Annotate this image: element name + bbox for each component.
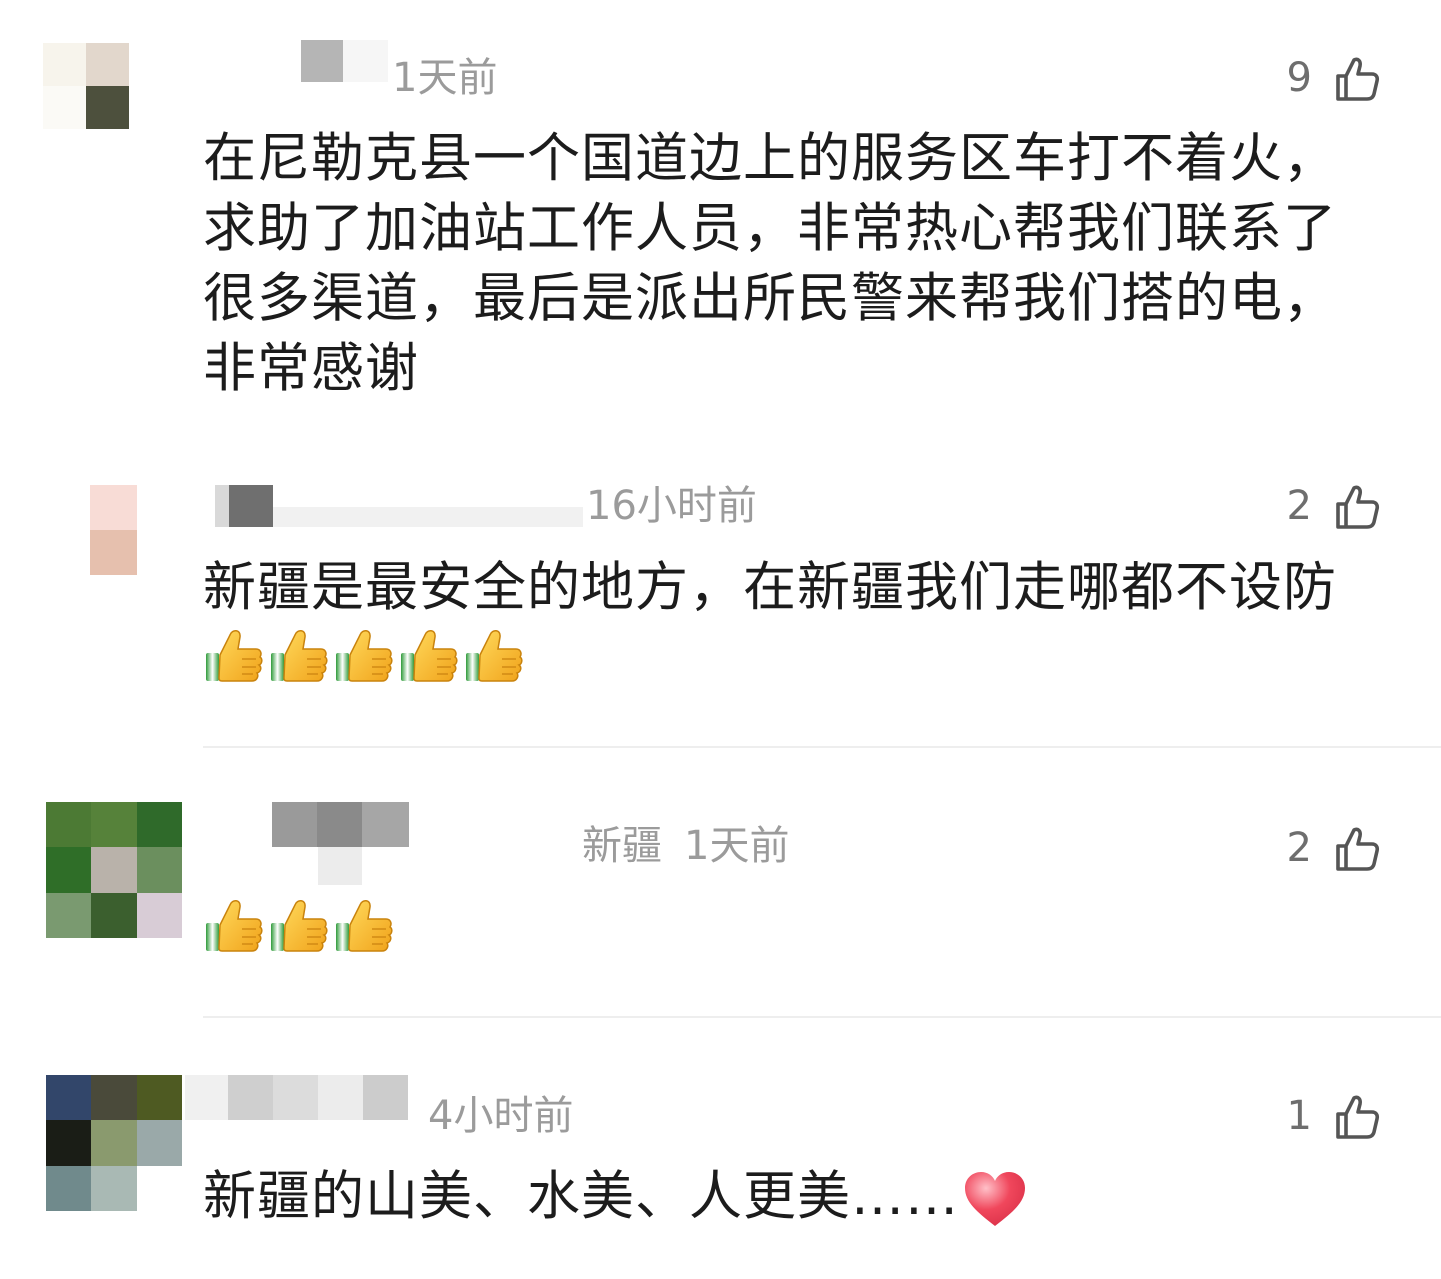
username-blurred[interactable]: [272, 802, 409, 847]
comment-time: 4小时前: [428, 1093, 574, 1139]
thumbs-up-emoji: [269, 895, 329, 955]
avatar[interactable]: [46, 802, 182, 938]
avatar[interactable]: [90, 485, 137, 575]
comment-time: 1天前: [684, 823, 790, 869]
like-count: 9: [1286, 55, 1312, 101]
divider: [203, 746, 1441, 748]
like-count: 2: [1286, 483, 1312, 529]
thumbs-up-outline-icon[interactable]: [1332, 54, 1382, 104]
thumbs-up-outline-icon[interactable]: [1332, 824, 1382, 874]
avatar[interactable]: [46, 1075, 182, 1211]
comment-time: 16小时前: [586, 483, 757, 529]
thumbs-up-emoji: [269, 625, 329, 685]
comment-text: 在尼勒克县一个国道边上的服务区车打不着火，求助了加油站工作人员，非常热心帮我们联…: [203, 128, 1337, 399]
thumbs-up-emoji: [204, 625, 264, 685]
thumbs-up-emoji: [334, 895, 394, 955]
avatar[interactable]: [43, 43, 129, 129]
comment-text-line: 新疆的山美、水美、人更美……: [203, 1162, 1027, 1232]
thumbs-up-emoji: [464, 625, 524, 685]
thumbs-up-emoji: [334, 625, 394, 685]
comment-text: 新疆的山美、水美、人更美……: [203, 1166, 959, 1227]
comment-text: 新疆是最安全的地方，在新疆我们走哪都不设防: [203, 557, 1337, 618]
username-blurred-fragment: [318, 847, 362, 885]
thumbs-up-outline-icon[interactable]: [1332, 1092, 1382, 1142]
username-blurred[interactable]: [206, 40, 388, 88]
comment-time: 1天前: [392, 55, 498, 101]
emoji-row: [204, 895, 394, 955]
like-count: 1: [1286, 1093, 1312, 1139]
comment-location: 新疆: [582, 823, 662, 869]
username-blurred[interactable]: [215, 485, 583, 527]
divider: [203, 1016, 1441, 1018]
thumbs-up-emoji: [399, 625, 459, 685]
emoji-row: [204, 625, 524, 685]
like-count: 2: [1286, 825, 1312, 871]
thumbs-up-outline-icon[interactable]: [1332, 482, 1382, 532]
username-blurred[interactable]: [185, 1075, 408, 1120]
red-heart-emoji: [965, 1172, 1025, 1226]
thumbs-up-emoji: [204, 895, 264, 955]
